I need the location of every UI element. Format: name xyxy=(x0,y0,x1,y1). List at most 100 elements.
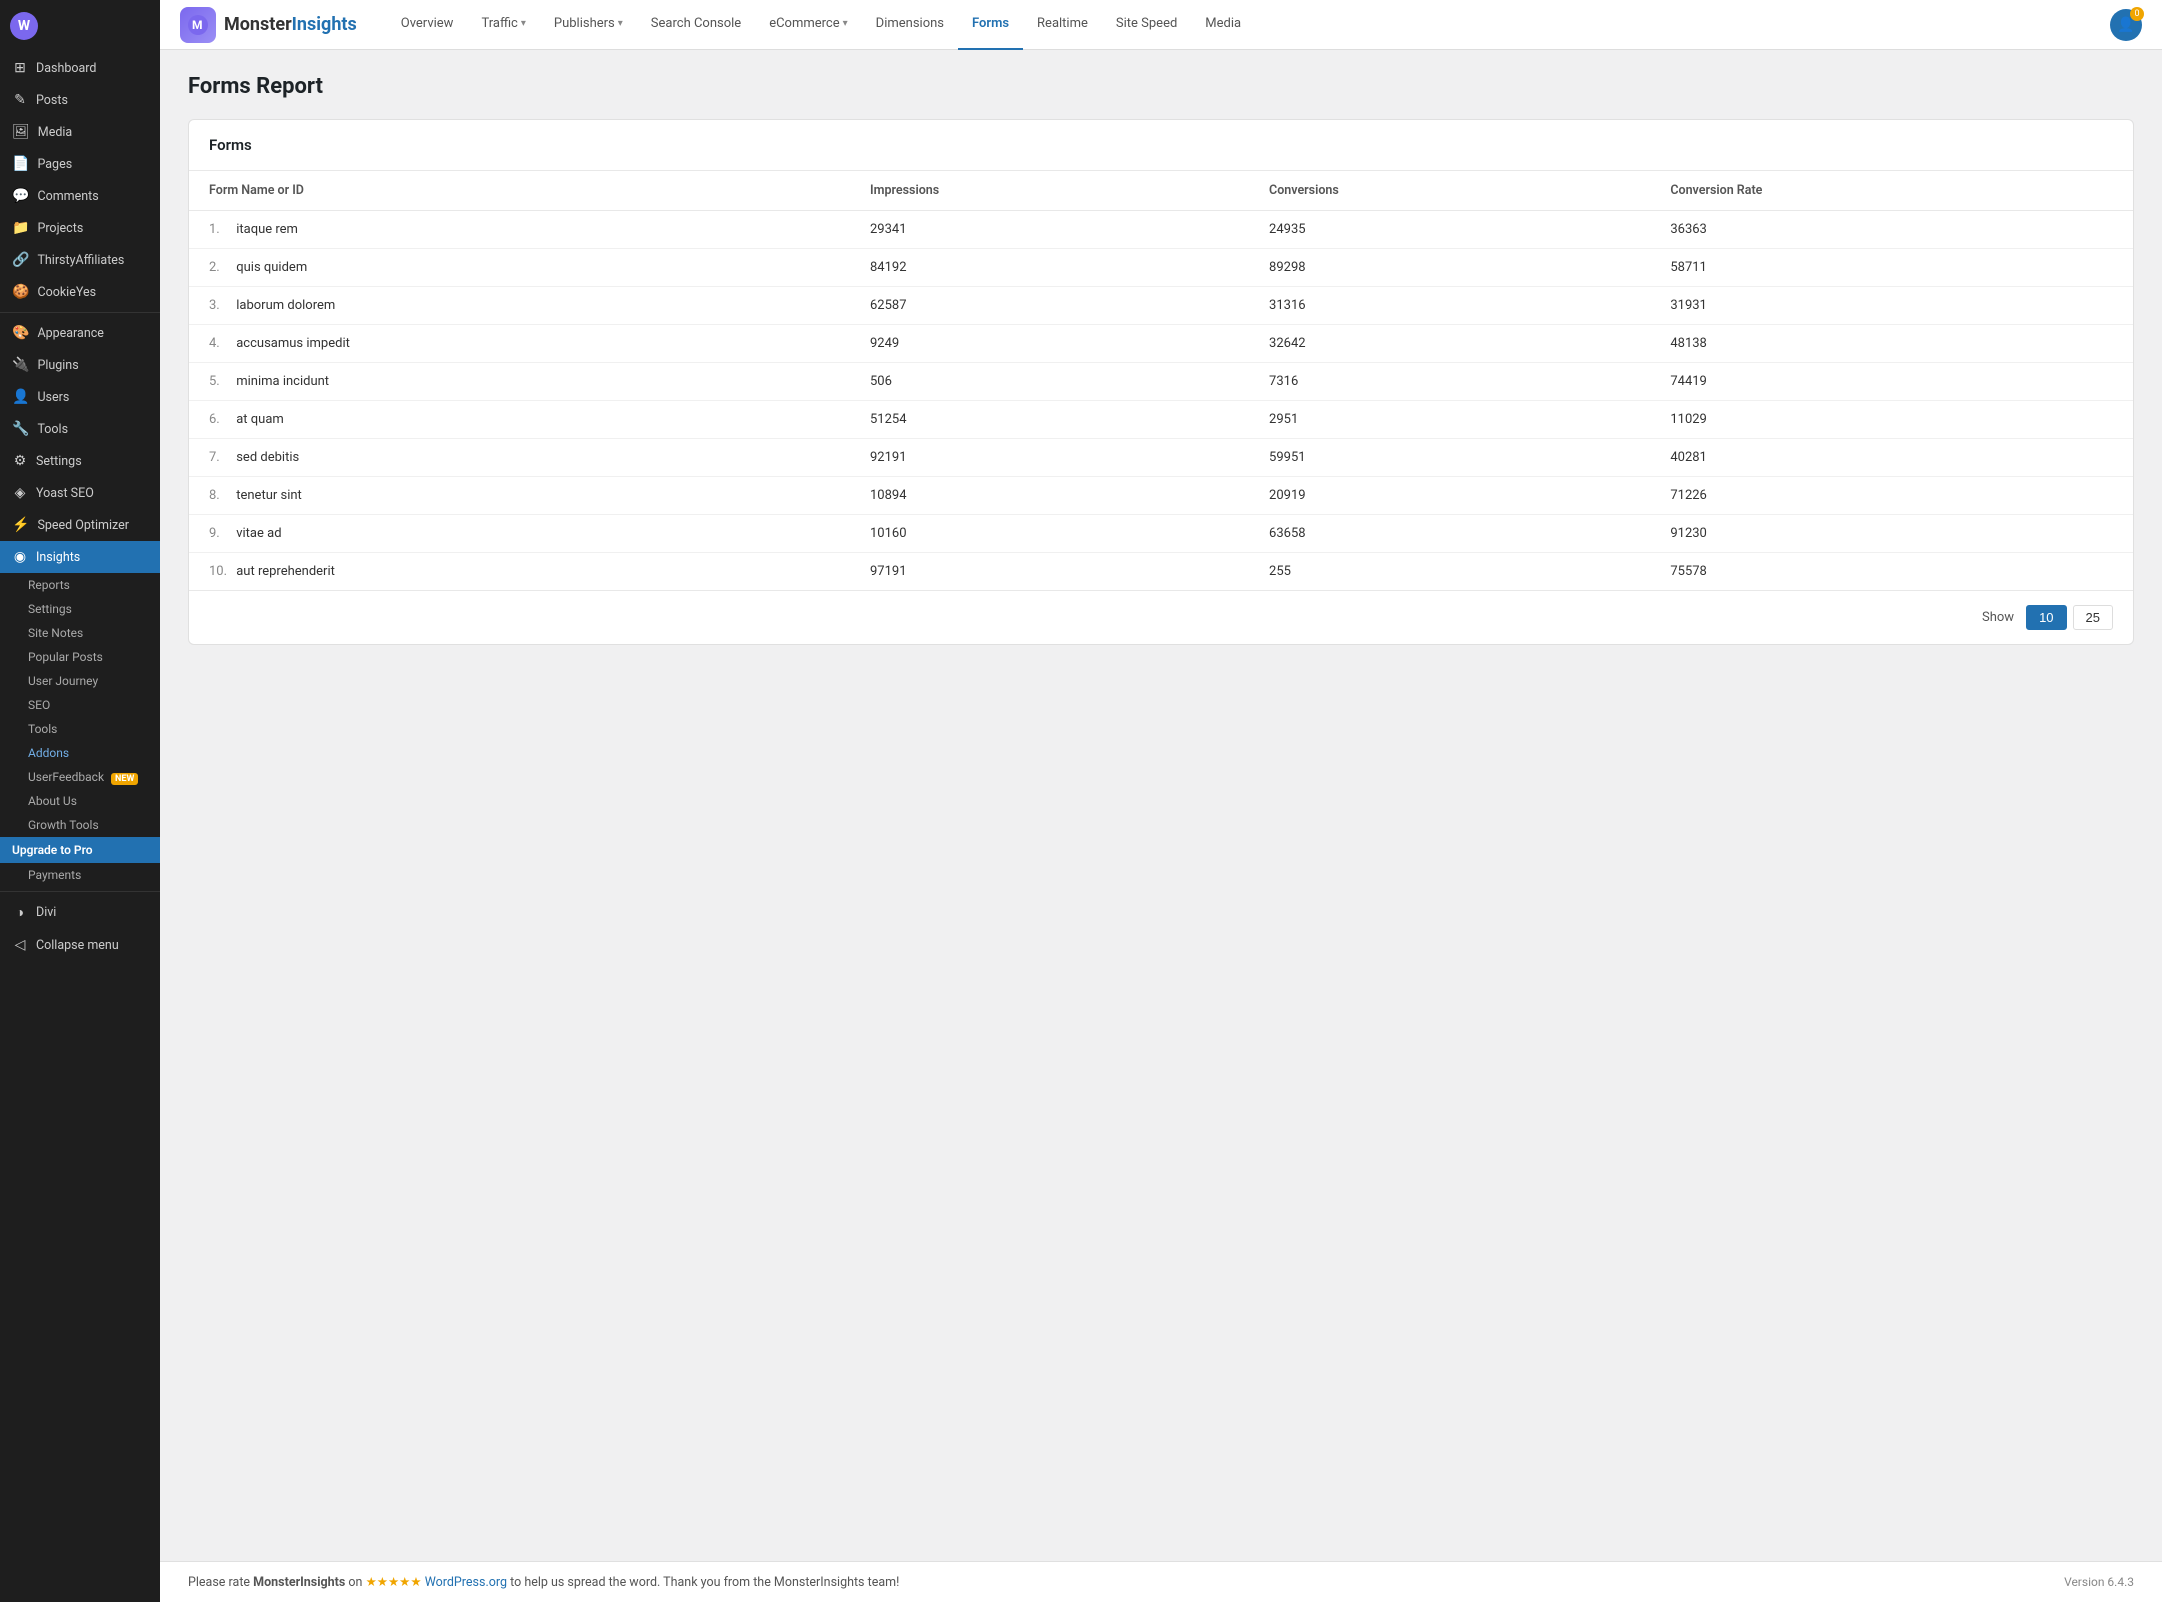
upgrade-to-pro-button[interactable]: Upgrade to Pro xyxy=(0,837,160,863)
table-row: 9. vitae ad 10160 63658 91230 xyxy=(189,515,2133,553)
sidebar-divider-2 xyxy=(0,891,160,892)
sidebar-sub-about-us[interactable]: About Us xyxy=(0,789,160,813)
sidebar-item-speed-optimizer[interactable]: ⚡ Speed Optimizer xyxy=(0,509,160,541)
sidebar-sub-tools[interactable]: Tools xyxy=(0,717,160,741)
card-body: Form Name or ID Impressions Conversions … xyxy=(189,171,2133,644)
cell-conversions: 89298 xyxy=(1249,249,1650,287)
nav-site-speed[interactable]: Site Speed xyxy=(1102,0,1191,50)
footer-stars: ★★★★★ xyxy=(366,1575,422,1590)
cell-impressions: 10894 xyxy=(850,477,1249,515)
sidebar: W ⊞ Dashboard ✎ Posts 🖼 Media 📄 Pages 💬 … xyxy=(0,0,160,1602)
nav-media[interactable]: Media xyxy=(1191,0,1255,50)
page-title: Forms Report xyxy=(188,74,2134,99)
nav-realtime[interactable]: Realtime xyxy=(1023,0,1102,50)
dashboard-icon: ⊞ xyxy=(12,60,28,76)
row-num: 5. xyxy=(209,374,233,389)
collapse-menu-button[interactable]: ◁ Collapse menu xyxy=(0,929,160,961)
forms-table: Form Name or ID Impressions Conversions … xyxy=(189,171,2133,590)
sidebar-item-plugins[interactable]: 🔌 Plugins xyxy=(0,349,160,381)
cell-conversions: 59951 xyxy=(1249,439,1650,477)
card-header: Forms xyxy=(189,120,2133,171)
sidebar-item-appearance[interactable]: 🎨 Appearance xyxy=(0,317,160,349)
sidebar-item-comments[interactable]: 💬 Comments xyxy=(0,180,160,212)
nav-ecommerce[interactable]: eCommerce ▾ xyxy=(755,0,861,50)
sidebar-sub-payments[interactable]: Payments xyxy=(0,863,160,887)
forms-card: Forms Form Name or ID Impressions Conver… xyxy=(188,119,2134,645)
topbar-avatar[interactable]: 👤 0 xyxy=(2110,9,2142,41)
sidebar-item-users[interactable]: 👤 Users xyxy=(0,381,160,413)
cell-rate: 36363 xyxy=(1650,211,2133,249)
cell-conversions: 32642 xyxy=(1249,325,1650,363)
sidebar-item-cookieyes[interactable]: 🍪 CookieYes xyxy=(0,276,160,308)
sidebar-sub-growth-tools[interactable]: Growth Tools xyxy=(0,813,160,837)
topbar-logo-text: MonsterInsights xyxy=(224,14,357,35)
cell-name: 10. aut reprehenderit xyxy=(189,553,850,591)
sidebar-sub-addons[interactable]: Addons xyxy=(0,741,160,765)
nav-dimensions[interactable]: Dimensions xyxy=(862,0,958,50)
table-header: Form Name or ID Impressions Conversions … xyxy=(189,171,2133,211)
sidebar-item-posts[interactable]: ✎ Posts xyxy=(0,84,160,116)
projects-icon: 📁 xyxy=(12,220,29,236)
nav-overview[interactable]: Overview xyxy=(387,0,468,50)
cell-name: 6. at quam xyxy=(189,401,850,439)
speed-optimizer-icon: ⚡ xyxy=(12,517,29,533)
sidebar-sub-popular-posts[interactable]: Popular Posts xyxy=(0,645,160,669)
table-row: 6. at quam 51254 2951 11029 xyxy=(189,401,2133,439)
cell-rate: 71226 xyxy=(1650,477,2133,515)
nav-forms[interactable]: Forms xyxy=(958,0,1023,50)
cell-rate: 40281 xyxy=(1650,439,2133,477)
row-num: 10. xyxy=(209,564,233,579)
settings-icon: ⚙ xyxy=(12,453,28,469)
sidebar-item-projects[interactable]: 📁 Projects xyxy=(0,212,160,244)
sidebar-sub-site-notes[interactable]: Site Notes xyxy=(0,621,160,645)
cell-conversions: 7316 xyxy=(1249,363,1650,401)
table-row: 1. itaque rem 29341 24935 36363 xyxy=(189,211,2133,249)
show-25-button[interactable]: 25 xyxy=(2073,605,2113,630)
sidebar-sub-seo[interactable]: SEO xyxy=(0,693,160,717)
table-row: 5. minima incidunt 506 7316 74419 xyxy=(189,363,2133,401)
topbar-logo-image: M xyxy=(180,7,216,43)
content-area: Forms Report Forms Form Name or ID Impre… xyxy=(160,50,2162,1561)
cell-name: 1. itaque rem xyxy=(189,211,850,249)
cell-rate: 74419 xyxy=(1650,363,2133,401)
cell-rate: 75578 xyxy=(1650,553,2133,591)
show-10-button[interactable]: 10 xyxy=(2026,605,2066,630)
sidebar-divider xyxy=(0,312,160,313)
cell-impressions: 9249 xyxy=(850,325,1249,363)
cell-rate: 58711 xyxy=(1650,249,2133,287)
table-row: 3. laborum dolorem 62587 31316 31931 xyxy=(189,287,2133,325)
topbar-right: 👤 0 xyxy=(2110,9,2142,41)
nav-search-console[interactable]: Search Console xyxy=(637,0,755,50)
col-impressions: Impressions xyxy=(850,171,1249,211)
sidebar-item-thirstyaffiliates[interactable]: 🔗 ThirstyAffiliates xyxy=(0,244,160,276)
cell-impressions: 10160 xyxy=(850,515,1249,553)
sidebar-item-tools[interactable]: 🔧 Tools xyxy=(0,413,160,445)
sidebar-item-insights[interactable]: ◉ Insights xyxy=(0,541,160,573)
sidebar-sub-userfeedback[interactable]: UserFeedback NEW xyxy=(0,765,160,789)
sidebar-item-media[interactable]: 🖼 Media xyxy=(0,116,160,148)
cell-rate: 48138 xyxy=(1650,325,2133,363)
table-row: 4. accusamus impedit 9249 32642 48138 xyxy=(189,325,2133,363)
topbar: M MonsterInsights Overview Traffic ▾ Pub… xyxy=(160,0,2162,50)
thirstyaffiliates-icon: 🔗 xyxy=(12,252,29,268)
sidebar-sub-user-journey[interactable]: User Journey xyxy=(0,669,160,693)
row-num: 8. xyxy=(209,488,233,503)
table-body: 1. itaque rem 29341 24935 36363 2. quis … xyxy=(189,211,2133,591)
appearance-icon: 🎨 xyxy=(12,325,29,341)
table-row: 10. aut reprehenderit 97191 255 75578 xyxy=(189,553,2133,591)
sidebar-sub-settings[interactable]: Settings xyxy=(0,597,160,621)
sidebar-sub-reports[interactable]: Reports xyxy=(0,573,160,597)
cell-name: 3. laborum dolorem xyxy=(189,287,850,325)
yoast-icon: ◈ xyxy=(12,485,28,501)
sidebar-item-dashboard[interactable]: ⊞ Dashboard xyxy=(0,52,160,84)
nav-traffic[interactable]: Traffic ▾ xyxy=(467,0,539,50)
footer-wordpress-link[interactable]: WordPress.org xyxy=(425,1575,507,1590)
cell-name: 2. quis quidem xyxy=(189,249,850,287)
footer-text: Please rate MonsterInsights on ★★★★★ Wor… xyxy=(188,1574,899,1590)
sidebar-item-pages[interactable]: 📄 Pages xyxy=(0,148,160,180)
sidebar-item-yoast[interactable]: ◈ Yoast SEO xyxy=(0,477,160,509)
sidebar-item-settings[interactable]: ⚙ Settings xyxy=(0,445,160,477)
nav-publishers[interactable]: Publishers ▾ xyxy=(540,0,637,50)
plugins-icon: 🔌 xyxy=(12,357,29,373)
sidebar-item-divi[interactable]: ◑ Divi xyxy=(0,896,160,929)
